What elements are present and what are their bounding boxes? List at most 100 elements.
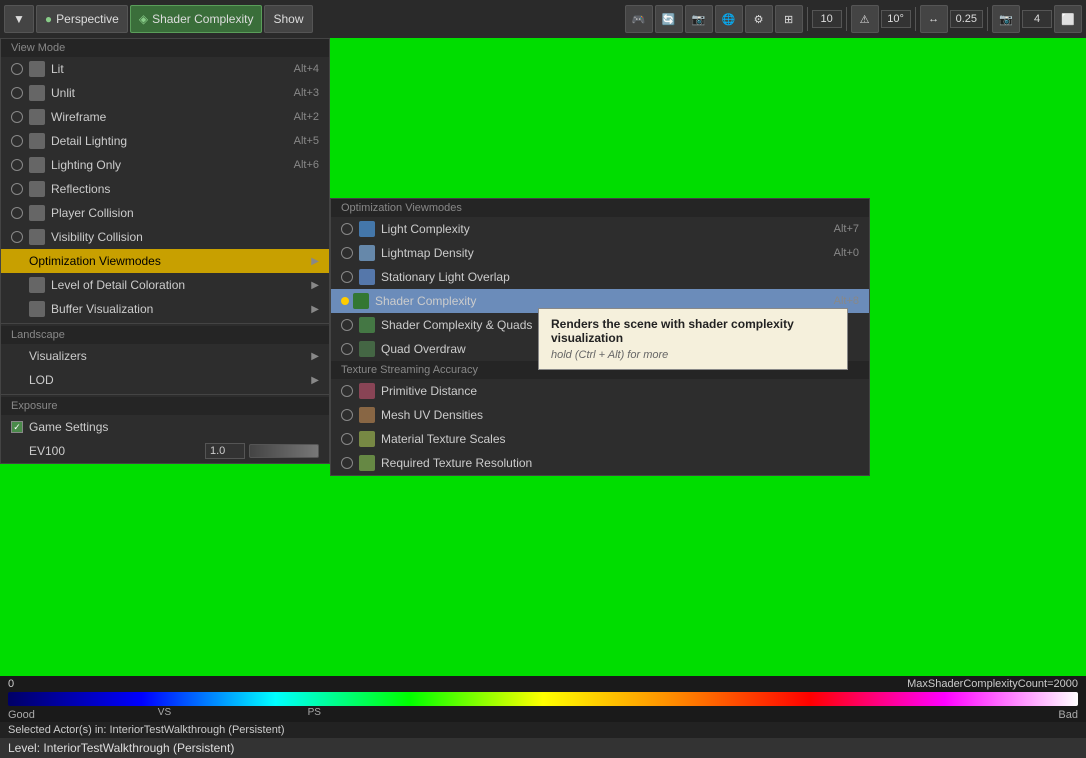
show-label: Show [273,12,303,26]
camera2-icon-btn[interactable]: 📷 [685,5,713,33]
menu-item-buffer[interactable]: Buffer Visualization ▶ [1,297,329,321]
shader-quads-radio [341,319,353,331]
shader-complexity-submenu-shortcut: Alt+8 [834,295,859,307]
mesh-uv-icon [359,407,375,423]
reflections-radio [11,183,23,195]
dropdown-arrow-btn[interactable]: ▼ [4,5,34,33]
lit-radio [11,63,23,75]
angle-snap-value[interactable]: 10° [881,10,911,28]
stationary-light-radio [341,271,353,283]
perspective-label: Perspective [56,12,119,26]
maximize-icon-btn[interactable]: ⬜ [1054,5,1082,33]
game-settings-label: Game Settings [29,420,319,434]
lod-coloration-label: Level of Detail Coloration [51,278,307,292]
reflections-label: Reflections [51,182,309,196]
wireframe-radio [11,111,23,123]
grid-icon-btn[interactable]: ⊞ [775,5,803,33]
lod-icon [29,277,45,293]
camera-icon-btn[interactable]: 🎮 [625,5,653,33]
visualizers-label: Visualizers [29,349,307,363]
unlit-label: Unlit [51,86,284,100]
unlit-radio [11,87,23,99]
menu-item-lit[interactable]: Lit Alt+4 [1,57,329,81]
menu-item-unlit[interactable]: Unlit Alt+3 [1,81,329,105]
menu-item-visibility-collision[interactable]: Visibility Collision [1,225,329,249]
submenu-material-texture[interactable]: Material Texture Scales [331,427,869,451]
unlit-icon [29,85,45,101]
submenu-lightmap-density[interactable]: Lightmap Density Alt+0 [331,241,869,265]
player-collision-label: Player Collision [51,206,309,220]
globe-icon-btn[interactable]: 🔄 [655,5,683,33]
settings2-icon-btn[interactable]: ⚙ [745,5,773,33]
lightmap-density-shortcut: Alt+0 [834,247,859,259]
primitive-label: Primitive Distance [381,384,859,398]
count-icon-btn[interactable]: 📷 [992,5,1020,33]
show-btn[interactable]: Show [264,5,312,33]
view-mode-header: View Mode [1,39,329,57]
count-value[interactable]: 4 [1022,10,1052,28]
submenu-stationary-light[interactable]: Stationary Light Overlap [331,265,869,289]
shader-zero-label: 0 [8,678,14,690]
divider1 [1,323,329,324]
light-complexity-icon [359,221,375,237]
stationary-light-label: Stationary Light Overlap [381,270,859,284]
separator4 [987,7,988,31]
shader-max-label: MaxShaderComplexityCount=2000 [907,678,1078,690]
menu-item-game-settings[interactable]: ✓ Game Settings [1,415,329,439]
shader-complexity-selected-dot [341,297,349,305]
quad-overdraw-radio [341,343,353,355]
visibility-collision-radio [11,231,23,243]
menu-item-player-collision[interactable]: Player Collision [1,201,329,225]
material-texture-icon [359,431,375,447]
separator3 [915,7,916,31]
detail-lighting-icon [29,133,45,149]
scale-icon-btn[interactable]: ↔ [920,5,948,33]
ev100-slider[interactable] [249,444,319,458]
optimization-arrow: ▶ [311,256,319,267]
world-icon-btn[interactable]: 🌐 [715,5,743,33]
menu-item-lighting-only[interactable]: Lighting Only Alt+6 [1,153,329,177]
wireframe-label: Wireframe [51,110,284,124]
material-texture-label: Material Texture Scales [381,432,859,446]
menu-item-wireframe[interactable]: Wireframe Alt+2 [1,105,329,129]
shader-complexity-tooltip: Renders the scene with shader complexity… [538,308,848,370]
ev100-input[interactable] [205,443,245,459]
separator1 [807,7,808,31]
perspective-btn[interactable]: ● Perspective [36,5,128,33]
optim-submenu-header: Optimization Viewmodes [331,199,869,217]
shader-label-row: 0 MaxShaderComplexityCount=2000 [0,676,1086,692]
menu-item-detail-lighting[interactable]: Detail Lighting Alt+5 [1,129,329,153]
shader-bar: 0 MaxShaderComplexityCount=2000 VS PS Go… [0,676,1086,758]
menu-item-lod-simple[interactable]: LOD ▶ [1,368,329,392]
menu-item-visualizers[interactable]: Visualizers ▶ [1,344,329,368]
visibility-collision-label: Visibility Collision [51,230,309,244]
toolbar: ▼ ● Perspective ◈ Shader Complexity Show… [0,0,1086,38]
warning-icon-btn[interactable]: ⚠ [851,5,879,33]
scale-snap-value[interactable]: 0.25 [950,10,983,28]
optimization-label: Optimization Viewmodes [29,254,307,268]
material-texture-radio [341,433,353,445]
submenu-required-texture[interactable]: Required Texture Resolution [331,451,869,475]
lighting-only-shortcut: Alt+6 [294,159,319,171]
submenu-mesh-uv[interactable]: Mesh UV Densities [331,403,869,427]
stationary-light-icon [359,269,375,285]
game-settings-checkbox[interactable]: ✓ [11,421,23,433]
mesh-uv-radio [341,409,353,421]
quad-overdraw-icon [359,341,375,357]
menu-item-lod-coloration[interactable]: Level of Detail Coloration ▶ [1,273,329,297]
level-row: Level: InteriorTestWalkthrough (Persiste… [0,738,1086,758]
shader-complexity-btn[interactable]: ◈ Shader Complexity [130,5,263,33]
detail-lighting-radio [11,135,23,147]
primitive-radio [341,385,353,397]
menu-item-reflections[interactable]: Reflections [1,177,329,201]
required-texture-radio [341,457,353,469]
shader-gradient [8,692,1078,706]
selected-actor-row: Selected Actor(s) in: InteriorTestWalkth… [0,722,1086,738]
lighting-only-label: Lighting Only [51,158,284,172]
submenu-light-complexity[interactable]: Light Complexity Alt+7 [331,217,869,241]
unlit-shortcut: Alt+3 [294,87,319,99]
grid-snap-value[interactable]: 10 [812,10,842,28]
shader-bad-label: Bad [1058,709,1078,721]
submenu-primitive-distance[interactable]: Primitive Distance [331,379,869,403]
menu-item-optimization[interactable]: Optimization Viewmodes ▶ [1,249,329,273]
